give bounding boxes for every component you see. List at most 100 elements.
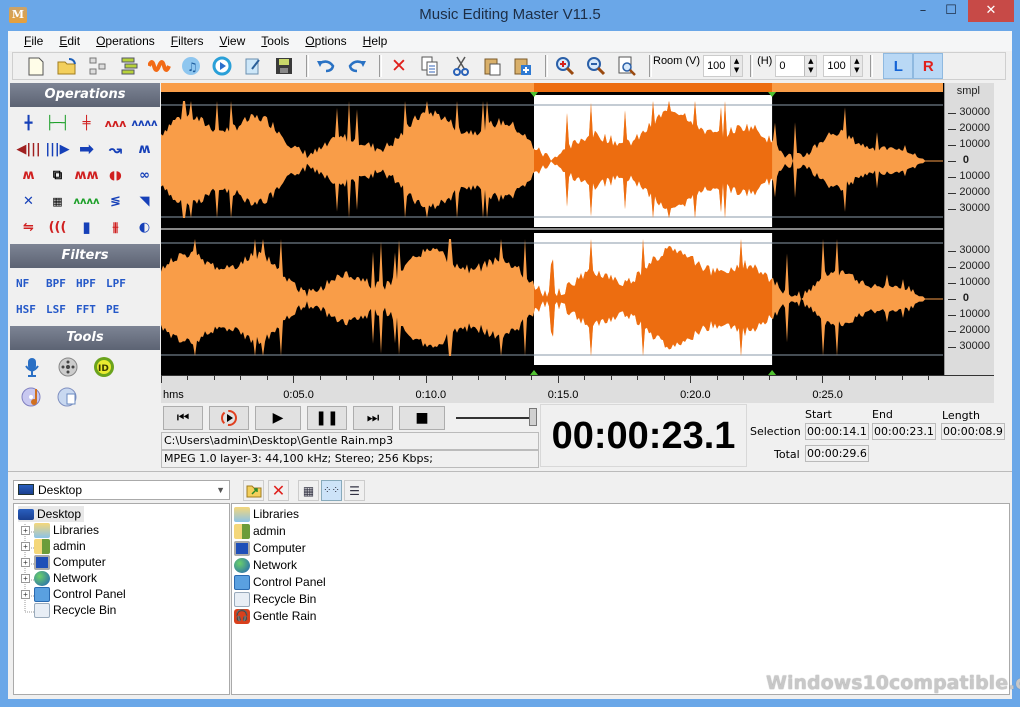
filter-lsf[interactable]: LSF	[46, 296, 76, 322]
edit-tags-button[interactable]	[240, 54, 266, 78]
filter-hpf[interactable]: HPF	[76, 270, 106, 296]
up-folder-button[interactable]	[243, 480, 264, 501]
tree-item-admin[interactable]: + admin	[21, 538, 86, 554]
delete-button[interactable]: ✕	[386, 54, 412, 78]
stereo-icon[interactable]: ◖◗	[101, 162, 130, 188]
h-start-spinner[interactable]: 0 ▲ ▼	[775, 55, 818, 77]
file-item-computer[interactable]: Computer	[234, 540, 306, 556]
record-tool[interactable]	[14, 352, 50, 382]
expand-icon[interactable]: +	[21, 589, 30, 599]
redo-button[interactable]	[344, 54, 370, 78]
left-channel-toggle[interactable]: L	[883, 53, 914, 79]
cd-convert-tool[interactable]	[50, 352, 86, 382]
skip-forward-button[interactable]: ⏭	[353, 406, 393, 430]
tree-item-control-panel[interactable]: + Control Panel	[21, 586, 126, 602]
invert-icon[interactable]: ⇋	[14, 214, 43, 240]
filter-hsf[interactable]: HSF	[16, 296, 46, 322]
file-item-recycle-bin[interactable]: Recycle Bin	[234, 591, 316, 607]
room-v-spinner[interactable]: 100 ▲ ▼	[703, 55, 744, 77]
trim-icon[interactable]: ├─┤	[43, 110, 72, 136]
menu-edit[interactable]: Edit	[51, 31, 88, 51]
insert-silence-icon[interactable]: ╪	[72, 110, 101, 136]
silence-icon[interactable]: ▮	[72, 214, 101, 240]
new-file-button[interactable]	[23, 54, 49, 78]
menu-file[interactable]: File	[16, 31, 51, 51]
waveform-canvas[interactable]	[161, 83, 945, 375]
file-item-network[interactable]: Network	[234, 557, 297, 573]
spinner-arrows-icon[interactable]: ▲ ▼	[730, 56, 743, 76]
tree-item-desktop[interactable]: Desktop	[18, 506, 85, 522]
expand-icon[interactable]: +	[21, 541, 30, 551]
skip-back-button[interactable]: ⏮	[163, 406, 203, 430]
filter-bpf[interactable]: BPF	[46, 270, 76, 296]
save-button[interactable]	[271, 54, 297, 78]
envelope-icon[interactable]: ◥	[130, 188, 159, 214]
menu-filters[interactable]: Filters	[163, 31, 212, 51]
volume-slider-track[interactable]	[456, 417, 531, 419]
swap-channels-icon[interactable]: ✕	[14, 188, 43, 214]
media-player-button[interactable]	[209, 54, 235, 78]
time-ruler[interactable]: hms 0:05.0 0:10.0 0:15.0 0:20.0 0:25.0	[161, 375, 994, 403]
menu-operations[interactable]: Operations	[88, 31, 163, 51]
tree-item-network[interactable]: + Network	[21, 570, 97, 586]
undo-button[interactable]	[313, 54, 339, 78]
pitch-icon[interactable]: ≶	[101, 188, 130, 214]
fade-out-icon[interactable]: |||▶	[43, 136, 72, 162]
expand-icon[interactable]: +	[21, 557, 30, 567]
menu-tools[interactable]: Tools	[253, 31, 297, 51]
spinner-arrows-icon[interactable]: ▲ ▼	[850, 56, 863, 76]
zoom-in-button[interactable]	[552, 54, 578, 78]
amplify-icon[interactable]: ʌʌʌ	[101, 110, 130, 136]
cd-burn-tool[interactable]	[14, 382, 50, 412]
filter-fft[interactable]: FFT	[76, 296, 106, 322]
arrow-right-icon[interactable]: ➡	[72, 136, 101, 162]
balance-icon[interactable]: ◐	[130, 214, 159, 240]
paste-button[interactable]	[479, 54, 505, 78]
selection-start-field[interactable]: 00:00:14.1	[805, 423, 869, 440]
expand-icon[interactable]: +	[21, 525, 30, 535]
expand-icon[interactable]: +	[21, 573, 30, 583]
play-button[interactable]: ▶	[255, 406, 301, 430]
itunes-button[interactable]: ♫	[178, 54, 204, 78]
spinner-arrows-icon[interactable]: ▲ ▼	[804, 56, 817, 76]
split-icon[interactable]: ╋	[14, 110, 43, 136]
menu-options[interactable]: Options	[297, 31, 354, 51]
large-icons-view-button[interactable]: ▦	[298, 480, 319, 501]
echo-icon[interactable]: ʍ	[130, 136, 159, 162]
normalize-icon[interactable]: ʌʌʌʌ	[130, 110, 159, 136]
h-zoom-spinner[interactable]: 100 ▲ ▼	[823, 55, 864, 77]
maximize-button[interactable]: ☐	[938, 0, 964, 22]
file-item-libraries[interactable]: Libraries	[234, 506, 299, 522]
convert-button[interactable]	[85, 54, 111, 78]
vibrato-icon[interactable]: ʌʌʌʌ	[72, 188, 101, 214]
fade-in-icon[interactable]: ◀|||	[14, 136, 43, 162]
stop-button[interactable]: ■	[399, 406, 445, 430]
small-icons-view-button[interactable]: ⁘⁘	[321, 480, 342, 501]
shift-icon[interactable]: ↝	[101, 136, 130, 162]
pause-button[interactable]: ❚❚	[307, 406, 347, 430]
delete-file-button[interactable]: ✕	[268, 480, 289, 501]
filter-pe[interactable]: PE	[106, 296, 136, 322]
loop-play-button[interactable]	[209, 406, 249, 430]
tree-item-computer[interactable]: + Computer	[21, 554, 106, 570]
close-button[interactable]: ✕	[968, 0, 1014, 22]
menu-view[interactable]: View	[211, 31, 253, 51]
splitter[interactable]	[8, 471, 1012, 475]
details-view-button[interactable]: ☰	[344, 480, 365, 501]
filter-nf[interactable]: NF	[16, 270, 46, 296]
file-item-gentle-rain[interactable]: 🎧 Gentle Rain	[234, 608, 316, 624]
reverse-icon[interactable]: ʍ	[14, 162, 43, 188]
id3-tag-tool[interactable]: ID	[86, 352, 122, 382]
waveform-view[interactable]	[161, 83, 945, 375]
paste-new-button[interactable]	[510, 54, 536, 78]
noise-icon[interactable]: ▦	[43, 188, 72, 214]
right-channel-toggle[interactable]: R	[913, 53, 944, 79]
loop-icon[interactable]: ∞	[130, 162, 159, 188]
minimize-button[interactable]: –	[910, 0, 936, 22]
batch-button[interactable]	[116, 54, 142, 78]
zoom-out-button[interactable]	[583, 54, 609, 78]
reverb-icon[interactable]: (((	[43, 214, 72, 240]
file-item-admin[interactable]: admin	[234, 523, 286, 539]
filter-lpf[interactable]: LPF	[106, 270, 136, 296]
waveform-button[interactable]	[147, 54, 173, 78]
